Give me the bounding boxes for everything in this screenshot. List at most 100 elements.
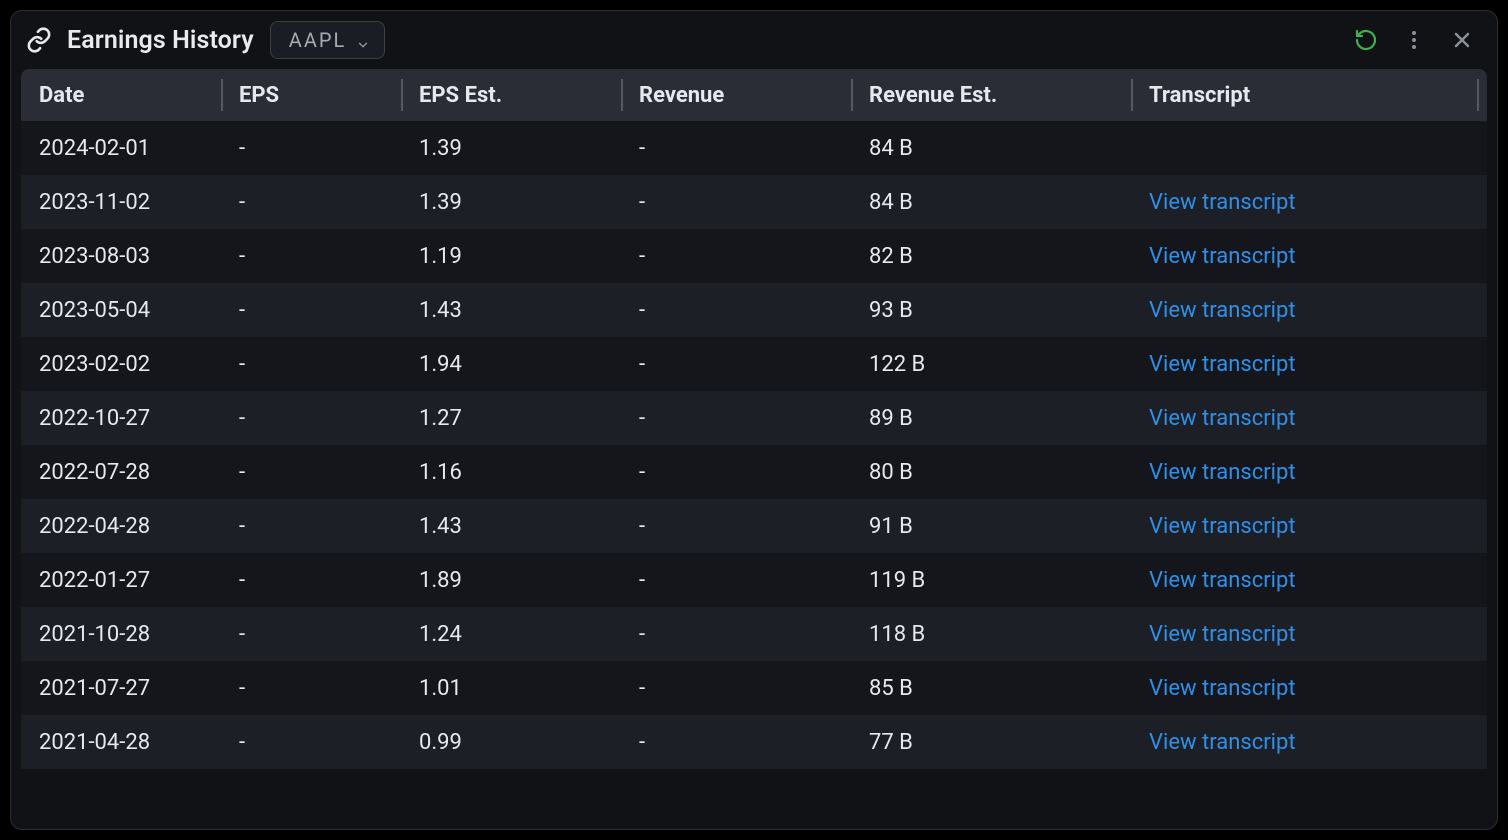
cell-revenue-est: 119 B <box>851 568 1131 593</box>
cell-eps: - <box>221 298 401 323</box>
col-revenue[interactable]: Revenue <box>621 69 851 121</box>
cell-eps: - <box>221 730 401 755</box>
table-row: 2022-01-27-1.89-119 BView transcript <box>21 553 1487 607</box>
cell-eps-est: 1.39 <box>401 190 621 215</box>
cell-revenue-est: 122 B <box>851 352 1131 377</box>
cell-eps-est: 1.43 <box>401 298 621 323</box>
view-transcript-link[interactable]: View transcript <box>1149 676 1296 701</box>
cell-transcript: View transcript <box>1131 514 1487 539</box>
table-row: 2021-10-28-1.24-118 BView transcript <box>21 607 1487 661</box>
cell-eps: - <box>221 676 401 701</box>
cell-transcript: View transcript <box>1131 622 1487 647</box>
cell-eps-est: 1.43 <box>401 514 621 539</box>
cell-date: 2024-02-01 <box>21 136 221 161</box>
cell-date: 2021-07-27 <box>21 676 221 701</box>
cell-date: 2023-05-04 <box>21 298 221 323</box>
cell-date: 2022-01-27 <box>21 568 221 593</box>
earnings-table: Date EPS EPS Est. Revenue Revenue Est. T… <box>21 69 1487 819</box>
table-row: 2024-02-01-1.39-84 B <box>21 121 1487 175</box>
cell-transcript: View transcript <box>1131 568 1487 593</box>
cell-date: 2021-04-28 <box>21 730 221 755</box>
cell-transcript: View transcript <box>1131 190 1487 215</box>
view-transcript-link[interactable]: View transcript <box>1149 568 1296 593</box>
cell-eps-est: 1.24 <box>401 622 621 647</box>
col-date[interactable]: Date <box>21 69 221 121</box>
cell-revenue-est: 84 B <box>851 190 1131 215</box>
link-icon <box>25 26 53 54</box>
view-transcript-link[interactable]: View transcript <box>1149 622 1296 647</box>
cell-revenue-est: 118 B <box>851 622 1131 647</box>
cell-revenue: - <box>621 190 851 215</box>
view-transcript-link[interactable]: View transcript <box>1149 352 1296 377</box>
cell-eps: - <box>221 136 401 161</box>
cell-revenue-est: 85 B <box>851 676 1131 701</box>
cell-revenue: - <box>621 136 851 161</box>
cell-date: 2023-08-03 <box>21 244 221 269</box>
cell-revenue: - <box>621 730 851 755</box>
table-row: 2021-04-28-0.99-77 BView transcript <box>21 715 1487 769</box>
cell-eps: - <box>221 622 401 647</box>
cell-eps-est: 1.94 <box>401 352 621 377</box>
col-eps-est[interactable]: EPS Est. <box>401 69 621 121</box>
refresh-button[interactable] <box>1349 23 1383 57</box>
cell-revenue-est: 91 B <box>851 514 1131 539</box>
cell-eps-est: 1.01 <box>401 676 621 701</box>
cell-transcript: View transcript <box>1131 244 1487 269</box>
panel-header: Earnings History AAPL <box>11 11 1497 69</box>
cell-revenue: - <box>621 460 851 485</box>
cell-revenue: - <box>621 298 851 323</box>
view-transcript-link[interactable]: View transcript <box>1149 514 1296 539</box>
cell-eps-est: 1.27 <box>401 406 621 431</box>
panel-title: Earnings History <box>67 26 254 55</box>
view-transcript-link[interactable]: View transcript <box>1149 298 1296 323</box>
table-row: 2023-05-04-1.43-93 BView transcript <box>21 283 1487 337</box>
table-header-row: Date EPS EPS Est. Revenue Revenue Est. T… <box>21 69 1487 121</box>
cell-revenue: - <box>621 622 851 647</box>
cell-transcript: View transcript <box>1131 730 1487 755</box>
cell-eps: - <box>221 352 401 377</box>
cell-eps: - <box>221 244 401 269</box>
cell-date: 2022-07-28 <box>21 460 221 485</box>
col-revenue-est[interactable]: Revenue Est. <box>851 69 1131 121</box>
table-row: 2023-08-03-1.19-82 BView transcript <box>21 229 1487 283</box>
col-eps[interactable]: EPS <box>221 69 401 121</box>
cell-revenue: - <box>621 406 851 431</box>
cell-transcript: View transcript <box>1131 406 1487 431</box>
chevron-down-icon <box>356 33 370 47</box>
view-transcript-link[interactable]: View transcript <box>1149 244 1296 269</box>
view-transcript-link[interactable]: View transcript <box>1149 730 1296 755</box>
close-button[interactable] <box>1445 23 1479 57</box>
cell-revenue-est: 84 B <box>851 136 1131 161</box>
table-row: 2022-04-28-1.43-91 BView transcript <box>21 499 1487 553</box>
cell-eps-est: 0.99 <box>401 730 621 755</box>
cell-date: 2021-10-28 <box>21 622 221 647</box>
more-menu-button[interactable] <box>1397 23 1431 57</box>
table-body[interactable]: 2024-02-01-1.39-84 B2023-11-02-1.39-84 B… <box>21 121 1487 819</box>
table-row: 2022-10-27-1.27-89 BView transcript <box>21 391 1487 445</box>
cell-revenue: - <box>621 244 851 269</box>
cell-eps: - <box>221 190 401 215</box>
view-transcript-link[interactable]: View transcript <box>1149 190 1296 215</box>
ticker-label: AAPL <box>289 28 346 52</box>
cell-eps-est: 1.89 <box>401 568 621 593</box>
cell-eps: - <box>221 460 401 485</box>
cell-revenue: - <box>621 568 851 593</box>
cell-date: 2023-02-02 <box>21 352 221 377</box>
cell-revenue-est: 89 B <box>851 406 1131 431</box>
cell-transcript: View transcript <box>1131 676 1487 701</box>
col-transcript[interactable]: Transcript <box>1131 69 1487 121</box>
table-row: 2023-11-02-1.39-84 BView transcript <box>21 175 1487 229</box>
view-transcript-link[interactable]: View transcript <box>1149 460 1296 485</box>
cell-eps-est: 1.16 <box>401 460 621 485</box>
cell-revenue: - <box>621 676 851 701</box>
cell-transcript: View transcript <box>1131 460 1487 485</box>
cell-transcript: View transcript <box>1131 352 1487 377</box>
cell-revenue-est: 80 B <box>851 460 1131 485</box>
cell-eps-est: 1.39 <box>401 136 621 161</box>
cell-revenue: - <box>621 352 851 377</box>
ticker-select[interactable]: AAPL <box>270 21 385 59</box>
table-row: 2023-02-02-1.94-122 BView transcript <box>21 337 1487 391</box>
view-transcript-link[interactable]: View transcript <box>1149 406 1296 431</box>
cell-revenue-est: 82 B <box>851 244 1131 269</box>
cell-date: 2022-04-28 <box>21 514 221 539</box>
